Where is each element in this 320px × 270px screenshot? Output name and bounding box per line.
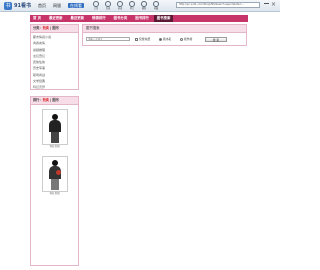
book-cover-image[interactable] xyxy=(41,109,68,145)
tab-rankings[interactable]: 图书排行 xyxy=(132,15,152,22)
figure-body-shape xyxy=(48,120,61,132)
free-only-label: 仅搜免费 xyxy=(139,37,151,41)
refresh-label: 刷新 xyxy=(141,7,147,10)
app-title: 91看书 xyxy=(14,3,31,9)
stop-button[interactable]: 停止 xyxy=(126,1,138,10)
ranking-books-link[interactable]: 图书 xyxy=(52,98,58,102)
book-item[interactable]: 书名暂缺 xyxy=(41,109,69,149)
tab-categories[interactable]: 图书分类 xyxy=(111,15,131,22)
browser-toolbar: 书 91看书 首页 网银 在线看 主页 后退 前进 停止 刷新 收藏 http:… xyxy=(0,0,280,12)
by-title-label: 按书名 xyxy=(163,37,172,41)
home-label: 主页 xyxy=(93,7,99,10)
category-link[interactable]: 科幻灵异 xyxy=(33,84,78,90)
ranking-heading-label: 排行： xyxy=(33,98,43,102)
nav-bank[interactable]: 网银 xyxy=(53,3,61,8)
category-books-link[interactable]: 图书 xyxy=(52,26,58,30)
tab-home[interactable]: 首 页 xyxy=(30,15,44,22)
refresh-button[interactable]: 刷新 xyxy=(138,1,150,10)
nav-home[interactable]: 首页 xyxy=(38,3,46,8)
favorite-label: 收藏 xyxy=(153,7,159,10)
back-label: 后退 xyxy=(105,7,111,10)
search-form: 仅搜免费 按书名 按作者 搜 索 xyxy=(83,33,246,45)
search-panel-heading: 图书搜索 xyxy=(83,25,246,33)
search-panel: 图书搜索 仅搜免费 按书名 按作者 搜 索 xyxy=(82,24,247,46)
by-title-radio[interactable] xyxy=(159,37,162,41)
free-only-checkbox[interactable] xyxy=(135,37,138,41)
ranking-books: 书名暂缺 书名暂缺 xyxy=(31,105,78,196)
tab-recent-1[interactable]: 最近更新 xyxy=(46,15,66,22)
book-title[interactable]: 书名暂缺 xyxy=(41,192,69,196)
tab-bestsellers[interactable]: 畅销排行 xyxy=(89,15,109,22)
book-item[interactable]: 书名暂缺 xyxy=(41,156,69,196)
address-bar[interactable]: http://pc.a.91.com/Shop/NS/Search.aspx?p… xyxy=(176,2,260,8)
stop-label: 停止 xyxy=(129,7,135,10)
app-logo[interactable]: 书 91看书 xyxy=(4,1,31,10)
by-author-radio[interactable] xyxy=(180,37,183,41)
book-title[interactable]: 书名暂缺 xyxy=(41,145,69,149)
back-button[interactable]: 后退 xyxy=(102,1,114,10)
tab-search[interactable]: 图书搜索 xyxy=(153,15,174,22)
figure-legs-shape xyxy=(50,179,59,190)
main-tabbar: 首 页 最近更新 最近更新 畅销排行 图书分类 图书排行 图书搜索 xyxy=(30,15,248,22)
forward-label: 前进 xyxy=(117,7,123,10)
search-button[interactable]: 搜 索 xyxy=(205,37,227,42)
top-nav: 首页 网银 在线看 xyxy=(38,3,91,8)
favorite-button[interactable]: 收藏 xyxy=(150,1,162,10)
tab-recent-2[interactable]: 最近更新 xyxy=(68,15,88,22)
home-button[interactable]: 主页 xyxy=(90,1,102,10)
category-panel: 分类：热卖 | 图书 都市情感小说 青春言情 悬疑推理 玄幻奇幻 武侠仙侠 历史… xyxy=(30,24,79,90)
figure-legs-shape xyxy=(50,132,59,143)
by-author-label: 按作者 xyxy=(184,37,193,41)
by-author-option[interactable]: 按作者 xyxy=(180,37,192,41)
toolbar-buttons: 主页 后退 前进 停止 刷新 收藏 xyxy=(90,1,162,10)
book-logo-icon: 书 xyxy=(4,1,12,10)
forward-button[interactable]: 前进 xyxy=(114,1,126,10)
category-heading-label: 分类： xyxy=(33,26,43,30)
figure-accent-shape xyxy=(55,170,61,175)
free-only-option[interactable]: 仅搜免费 xyxy=(135,37,150,41)
category-panel-heading: 分类：热卖 | 图书 xyxy=(31,25,78,33)
ranking-panel-heading: 排行：热卖 | 图书 xyxy=(31,97,78,105)
by-title-option[interactable]: 按书名 xyxy=(159,37,171,41)
ranking-panel: 排行：热卖 | 图书 书名暂缺 书名暂缺 xyxy=(30,96,79,266)
book-cover-image[interactable] xyxy=(41,156,68,192)
minimize-icon[interactable] xyxy=(264,3,269,4)
category-list: 都市情感小说 青春言情 悬疑推理 玄幻奇幻 武侠仙侠 历史军事 职场商战 文学经… xyxy=(31,33,78,91)
nav-online[interactable]: 在线看 xyxy=(68,3,84,8)
search-input[interactable] xyxy=(86,37,130,41)
close-icon[interactable]: × xyxy=(271,1,276,9)
